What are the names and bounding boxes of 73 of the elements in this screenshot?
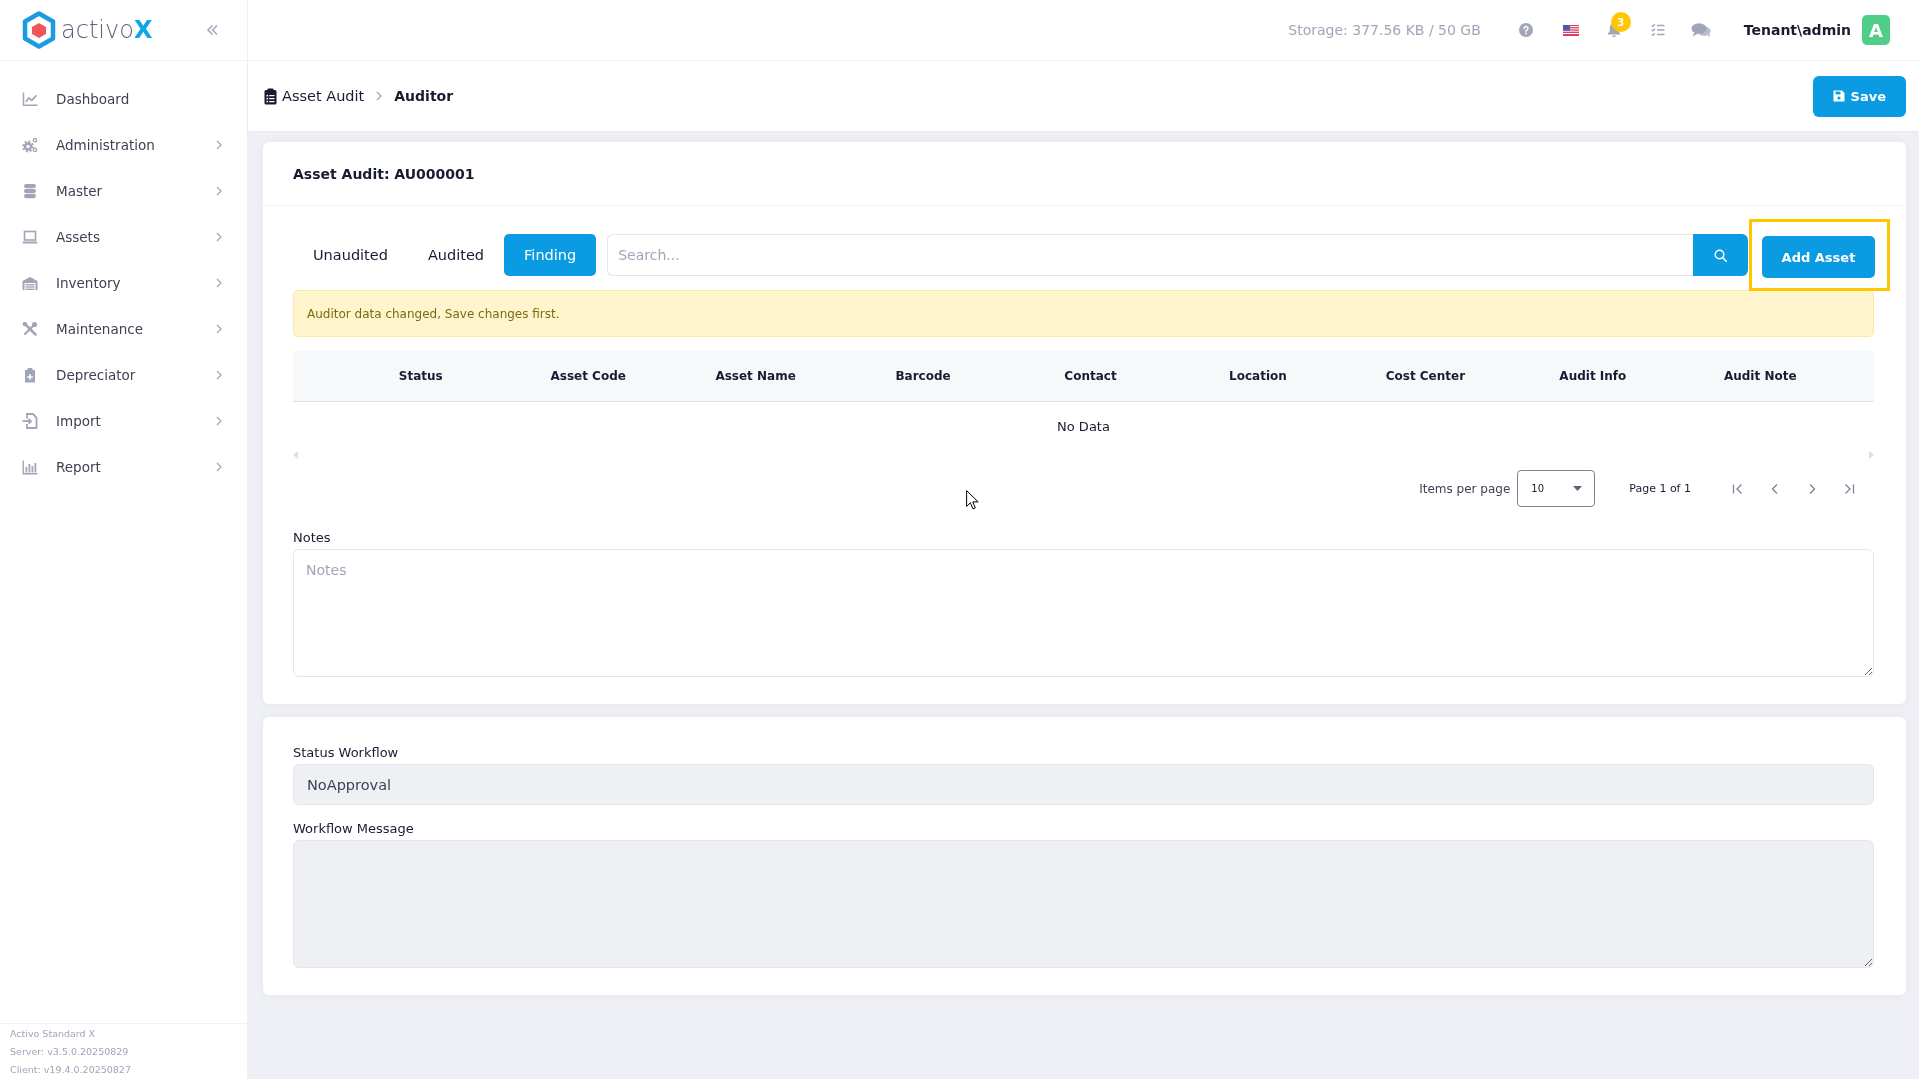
chevron-right-icon bbox=[376, 91, 383, 101]
version-text: Activo Standard X bbox=[10, 1027, 97, 1041]
clipboard-plus-icon bbox=[22, 367, 38, 383]
laptop-icon bbox=[22, 229, 38, 245]
column-header: Barcode bbox=[895, 369, 951, 383]
column-header: Status bbox=[398, 369, 443, 383]
gears-icon bbox=[22, 137, 38, 153]
column-header: Contact bbox=[1064, 369, 1117, 383]
chevron-right-icon bbox=[216, 278, 222, 288]
field-label: Status Workflow bbox=[293, 745, 400, 760]
sidebar-item[interactable]: Dashboard bbox=[0, 76, 247, 122]
field-label: Notes bbox=[293, 530, 332, 545]
column-header: Audit Info bbox=[1559, 369, 1627, 383]
column-header: Audit Note bbox=[1723, 369, 1797, 383]
chat-bubbles-icon[interactable] bbox=[1690, 22, 1711, 38]
warehouse-icon bbox=[22, 275, 38, 291]
page-info: Page 1 of 1 bbox=[1629, 482, 1691, 495]
last-page-icon[interactable] bbox=[1842, 481, 1856, 496]
sidebar-item[interactable]: Maintenance bbox=[0, 306, 247, 352]
search-field[interactable]: Search... bbox=[607, 234, 1693, 276]
sidebar-item[interactable]: Administration bbox=[0, 122, 247, 168]
notification-badge: 3 bbox=[1610, 12, 1631, 32]
column-header: Cost Center bbox=[1385, 369, 1466, 383]
notes-field[interactable]: Notes bbox=[293, 549, 1874, 677]
first-page-icon[interactable] bbox=[1731, 481, 1745, 496]
warning-alert: Auditor data changed, Save changes first. bbox=[293, 290, 1874, 337]
chevron-right-icon bbox=[216, 324, 222, 334]
database-icon bbox=[22, 183, 38, 199]
page-size-select[interactable]: 10 bbox=[1517, 470, 1596, 507]
help-icon[interactable] bbox=[1518, 23, 1533, 37]
chevron-right-icon bbox=[216, 232, 222, 242]
bar-chart-icon bbox=[22, 459, 38, 475]
line-chart-icon bbox=[22, 91, 38, 107]
hexagon-logo-icon bbox=[22, 11, 56, 49]
tools-icon bbox=[22, 321, 38, 337]
tab[interactable]: Audited bbox=[407, 234, 505, 276]
sidebar-item[interactable]: Inventory bbox=[0, 260, 247, 306]
tab[interactable]: Unaudited bbox=[293, 234, 408, 276]
version-text: Server: v3.5.0.20250829 bbox=[10, 1045, 130, 1059]
card-title: Asset Audit: AU000001 bbox=[293, 165, 475, 182]
empty-table-message: No Data bbox=[1057, 418, 1110, 434]
sidebar-item[interactable]: Import bbox=[0, 398, 247, 444]
version-text: Client: v19.4.0.20250827 bbox=[10, 1063, 132, 1077]
sidebar-item[interactable]: Depreciator bbox=[0, 352, 247, 398]
logo-text: activoX bbox=[61, 16, 153, 44]
file-import-icon bbox=[22, 413, 38, 429]
breadcrumb-current: Auditor bbox=[394, 88, 454, 104]
clipboard-list-icon bbox=[264, 87, 277, 105]
scroll-right-icon[interactable] bbox=[1869, 451, 1874, 459]
chevron-right-icon bbox=[216, 186, 222, 196]
storage-text: Storage: 377.56 KB / 50 GB bbox=[1288, 22, 1481, 38]
breadcrumb-link[interactable]: Asset Audit bbox=[282, 88, 365, 104]
column-header: Asset Name bbox=[715, 369, 796, 383]
chevron-right-icon bbox=[216, 416, 222, 426]
chevron-right-icon bbox=[216, 462, 222, 472]
scroll-left-icon[interactable] bbox=[293, 451, 298, 459]
sidebar-item[interactable]: Assets bbox=[0, 214, 247, 260]
chevron-right-icon bbox=[216, 370, 222, 380]
checklist-icon[interactable] bbox=[1650, 23, 1665, 37]
field-label: Workflow Message bbox=[293, 821, 415, 836]
items-per-page-label: Items per page bbox=[1419, 481, 1511, 496]
search-button[interactable] bbox=[1693, 234, 1748, 276]
user-name[interactable]: Tenant\admin bbox=[1743, 22, 1851, 38]
sidebar-item[interactable]: Master bbox=[0, 168, 247, 214]
flag-icon[interactable] bbox=[1562, 24, 1579, 36]
search-icon bbox=[1714, 248, 1727, 262]
mouse-pointer-icon bbox=[966, 490, 979, 510]
double-chevron-left-icon[interactable] bbox=[206, 24, 218, 36]
column-header: Location bbox=[1229, 369, 1287, 383]
sidebar-item[interactable]: Report bbox=[0, 444, 247, 490]
column-header: Asset Code bbox=[550, 369, 626, 383]
caret-down-icon bbox=[1573, 486, 1583, 491]
chevron-right-icon bbox=[216, 140, 222, 150]
